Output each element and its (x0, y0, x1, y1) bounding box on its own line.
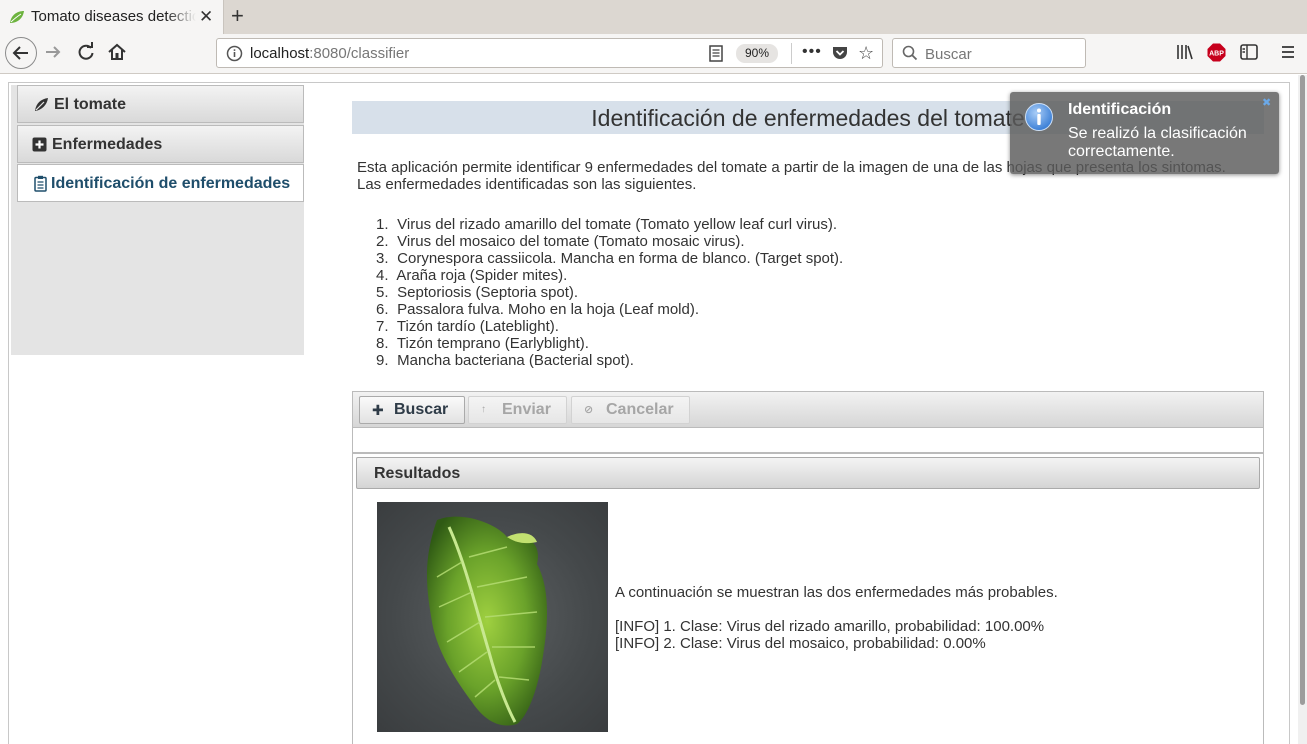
plus-icon: ✚ (372, 402, 384, 418)
leaf-image (377, 502, 608, 732)
results-panel: Resultados A continuación se muestran la… (352, 453, 1264, 744)
notification-toast: Identificación Se realizó la clasificaci… (1010, 92, 1279, 174)
upload-toolbar: ✚ Buscar ↑ Enviar ⊘ Cancelar (353, 392, 1263, 428)
back-arrow-icon (12, 46, 28, 60)
list-item: 4. Araña roja (Spider mites). (376, 267, 568, 284)
search-placeholder: Buscar (925, 46, 972, 63)
plus-square-icon (32, 137, 47, 152)
pocket-icon[interactable] (832, 45, 848, 61)
adblock-plus-icon[interactable]: ABP (1207, 43, 1226, 62)
url-bar[interactable]: localhost:8080/classifier 90% ••• ☆ (216, 38, 883, 68)
sidebar-toggle-icon[interactable] (1240, 44, 1258, 60)
list-item: 7. Tizón tardío (Lateblight). (376, 318, 559, 335)
buscar-button[interactable]: ✚ Buscar (359, 396, 465, 424)
cancel-icon: ⊘ (584, 404, 594, 416)
list-item: 2. Virus del mosaico del tomate (Tomato … (376, 233, 745, 250)
result-line-1: [INFO] 1. Clase: Virus del rizado amaril… (615, 618, 1045, 635)
leaf-photo (427, 516, 547, 726)
search-icon (902, 45, 918, 61)
navigation-bar: localhost:8080/classifier 90% ••• ☆ Busc… (0, 34, 1307, 74)
info-icon (1025, 103, 1053, 131)
close-notification-icon[interactable]: ✖ (1262, 96, 1271, 109)
list-item: 3. Corynespora cassiicola. Mancha en for… (376, 250, 844, 267)
browser-tab[interactable]: Tomato diseases detection ✕ (0, 0, 224, 34)
enviar-button[interactable]: ↑ Enviar (468, 396, 567, 424)
notification-title: Identificación (1068, 101, 1172, 118)
home-icon (108, 43, 126, 60)
leaf-icon (35, 98, 48, 111)
scrollbar-thumb[interactable] (1300, 75, 1305, 705)
back-button[interactable] (5, 37, 37, 69)
file-upload: ✚ Buscar ↑ Enviar ⊘ Cancelar (352, 391, 1264, 453)
sidebar-item-label: Enfermedades (52, 136, 163, 153)
list-item: 6. Passalora fulva. Moho en la hoja (Lea… (376, 301, 700, 318)
page-scrollbar[interactable] (1298, 75, 1307, 744)
bookmark-star-icon[interactable]: ☆ (858, 43, 874, 64)
sidebar-item-enfermedades[interactable]: Enfermedades (17, 125, 304, 163)
disease-list: 1. Virus del rizado amarillo del tomate … (376, 216, 843, 369)
results-lead: A continuación se muestran las dos enfer… (615, 584, 1058, 601)
sidebar-menu: El tomate Enfermedades Identificación de… (11, 85, 304, 355)
url-separator (791, 43, 792, 64)
tab-title: Tomato diseases detection (31, 8, 196, 25)
reader-view-icon[interactable] (708, 45, 724, 62)
close-tab-icon[interactable]: ✕ (199, 7, 213, 27)
url-text[interactable]: localhost:8080/classifier (250, 45, 409, 62)
list-item: 9. Mancha bacteriana (Bacterial spot). (376, 352, 634, 369)
tab-bar: Tomato diseases detection ✕ + (0, 0, 1307, 34)
search-bar[interactable]: Buscar (892, 38, 1086, 68)
upload-arrow-icon: ↑ (481, 404, 486, 415)
result-line-2: [INFO] 2. Clase: Virus del mosaico, prob… (615, 635, 986, 652)
forward-arrow-icon (46, 46, 61, 58)
sidebar-item-identificacion[interactable]: Identificación de enfermedades (17, 164, 304, 202)
results-header[interactable]: Resultados (356, 457, 1260, 489)
new-tab-icon[interactable]: + (231, 3, 244, 29)
notification-message: Se realizó la clasificación correctament… (1068, 125, 1247, 160)
reload-button[interactable] (76, 42, 96, 62)
hamburger-menu-icon[interactable] (1280, 44, 1296, 60)
svg-text:ABP: ABP (1209, 51, 1224, 58)
cancelar-button[interactable]: ⊘ Cancelar (571, 396, 690, 424)
list-item: 1. Virus del rizado amarillo del tomate … (376, 216, 838, 233)
list-item: 8. Tizón temprano (Earlyblight). (376, 335, 589, 352)
sidebar-item-el-tomate[interactable]: El tomate (17, 85, 304, 123)
forward-button[interactable] (43, 42, 63, 62)
home-button[interactable] (107, 42, 127, 62)
page-actions-icon[interactable]: ••• (802, 43, 822, 61)
results-text: A continuación se muestran las dos enfer… (615, 584, 1058, 652)
zoom-level[interactable]: 90% (736, 44, 778, 63)
spring-leaf-icon (10, 11, 24, 23)
list-item: 5. Septoriosis (Septoria spot). (376, 284, 579, 301)
sidebar-item-label: Identificación de enfermedades (51, 175, 291, 192)
sidebar-item-label: El tomate (54, 96, 127, 113)
clipboard-icon (34, 175, 47, 192)
site-info-icon[interactable] (226, 45, 243, 62)
reload-icon (78, 42, 94, 60)
library-icon[interactable] (1176, 44, 1194, 60)
